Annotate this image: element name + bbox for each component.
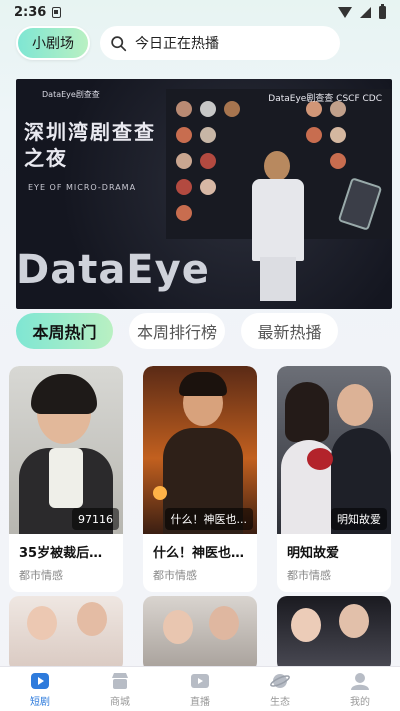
nav-label: 我的 bbox=[350, 696, 370, 708]
drama-card[interactable]: 97116 35岁被裁后她飒... 都市情感 bbox=[9, 366, 123, 592]
banner-brand-top: DataEye剧查查 bbox=[42, 90, 100, 99]
drama-card[interactable]: 什么！神医也... 什么！神医也敢... 都市情感 bbox=[143, 366, 257, 592]
status-icons bbox=[338, 3, 386, 19]
status-time: 2:36 bbox=[14, 4, 47, 20]
poster-figure bbox=[77, 602, 107, 636]
play-count-badge: 97116 bbox=[72, 508, 119, 530]
wall-photo bbox=[200, 153, 216, 169]
banner-big-logo: DataEye bbox=[16, 247, 210, 293]
top-bar: 小剧场 今日正在热播 bbox=[16, 26, 340, 62]
banner-person bbox=[264, 151, 290, 181]
planet-icon bbox=[270, 673, 290, 688]
wifi-icon bbox=[338, 6, 352, 18]
poster-figure bbox=[27, 606, 57, 640]
poster-figure bbox=[209, 606, 239, 640]
tab-latest[interactable]: 最新热播 bbox=[241, 313, 338, 349]
wall-photo bbox=[306, 127, 322, 143]
live-icon bbox=[191, 673, 209, 688]
drama-card[interactable] bbox=[277, 596, 391, 672]
sim-card-icon bbox=[52, 6, 62, 18]
wall-photo bbox=[200, 101, 216, 117]
wall-photo bbox=[200, 179, 216, 195]
poster-hair bbox=[179, 372, 227, 396]
drama-poster: 97116 bbox=[9, 366, 123, 534]
battery-icon bbox=[379, 3, 386, 19]
tab-weekly-hot[interactable]: 本周热门 bbox=[16, 313, 113, 349]
wall-photo bbox=[176, 179, 192, 195]
promo-banner[interactable]: DataEye剧查查 DataEye剧查查 CSCF CDC 深圳湾剧查查之夜 … bbox=[16, 79, 392, 309]
search-icon bbox=[111, 35, 127, 51]
feed-tabs: 本周热门 本周排行榜 最新热播 bbox=[16, 313, 386, 351]
search-placeholder: 今日正在热播 bbox=[135, 36, 219, 52]
banner-person-legs bbox=[260, 257, 296, 301]
poster-caption: 明知故爱 bbox=[331, 508, 387, 530]
tab-weekly-ranking[interactable]: 本周排行榜 bbox=[129, 313, 225, 349]
poster-figure bbox=[291, 608, 321, 642]
banner-brand-wall: DataEye剧查查 CSCF CDC bbox=[268, 94, 382, 104]
nav-item-shop[interactable]: 商城 bbox=[80, 667, 160, 711]
drama-title: 35岁被裁后她飒... bbox=[19, 546, 123, 561]
nav-label: 直播 bbox=[190, 696, 210, 708]
poster-hair bbox=[31, 374, 97, 414]
status-bar: 2:36 bbox=[0, 0, 400, 24]
poster-hair bbox=[285, 382, 329, 442]
nav-label: 短剧 bbox=[30, 696, 50, 708]
wall-photo bbox=[330, 153, 346, 169]
wall-photo bbox=[176, 153, 192, 169]
category-pill-button[interactable]: 小剧场 bbox=[16, 26, 90, 60]
wall-photo bbox=[330, 127, 346, 143]
nav-item-live[interactable]: 直播 bbox=[160, 667, 240, 711]
drama-genre: 都市情感 bbox=[153, 569, 197, 582]
nav-label: 生态 bbox=[270, 696, 290, 708]
poster-fire bbox=[153, 486, 167, 500]
bottom-nav: 短剧 商城 直播 生态 我的 bbox=[0, 666, 400, 711]
drama-genre: 都市情感 bbox=[287, 569, 331, 582]
profile-icon bbox=[351, 672, 369, 690]
banner-person-suit bbox=[252, 179, 304, 261]
drama-poster: 明知故爱 bbox=[277, 366, 391, 534]
wall-photo bbox=[176, 127, 192, 143]
poster-collar bbox=[49, 448, 83, 508]
drama-card[interactable] bbox=[143, 596, 257, 672]
nav-item-ecology[interactable]: 生态 bbox=[240, 667, 320, 711]
drama-genre: 都市情感 bbox=[19, 569, 63, 582]
drama-card[interactable]: 明知故爱 明知故爱 都市情感 bbox=[277, 366, 391, 592]
poster-figure bbox=[337, 384, 373, 426]
nav-item-profile[interactable]: 我的 bbox=[320, 667, 400, 711]
nav-label: 商城 bbox=[110, 696, 130, 708]
drama-card[interactable] bbox=[9, 596, 123, 672]
drama-title: 明知故爱 bbox=[287, 546, 340, 561]
poster-roses bbox=[307, 448, 333, 470]
shop-icon bbox=[112, 672, 128, 689]
signal-icon bbox=[360, 6, 371, 18]
drama-poster: 什么！神医也... bbox=[143, 366, 257, 534]
wall-photo bbox=[224, 101, 240, 117]
poster-caption: 什么！神医也... bbox=[164, 508, 253, 530]
play-icon bbox=[31, 672, 49, 689]
wall-photo bbox=[176, 101, 192, 117]
wall-photo bbox=[200, 127, 216, 143]
banner-title: 深圳湾剧查查之夜 bbox=[24, 120, 156, 170]
wall-photo bbox=[176, 205, 192, 221]
drama-title: 什么！神医也敢... bbox=[153, 546, 257, 561]
poster-figure bbox=[163, 610, 193, 644]
search-bar[interactable]: 今日正在热播 bbox=[100, 26, 340, 60]
poster-figure bbox=[339, 604, 369, 638]
banner-subtitle: EYE OF MICRO-DRAMA bbox=[28, 183, 137, 192]
nav-item-drama[interactable]: 短剧 bbox=[0, 667, 80, 711]
